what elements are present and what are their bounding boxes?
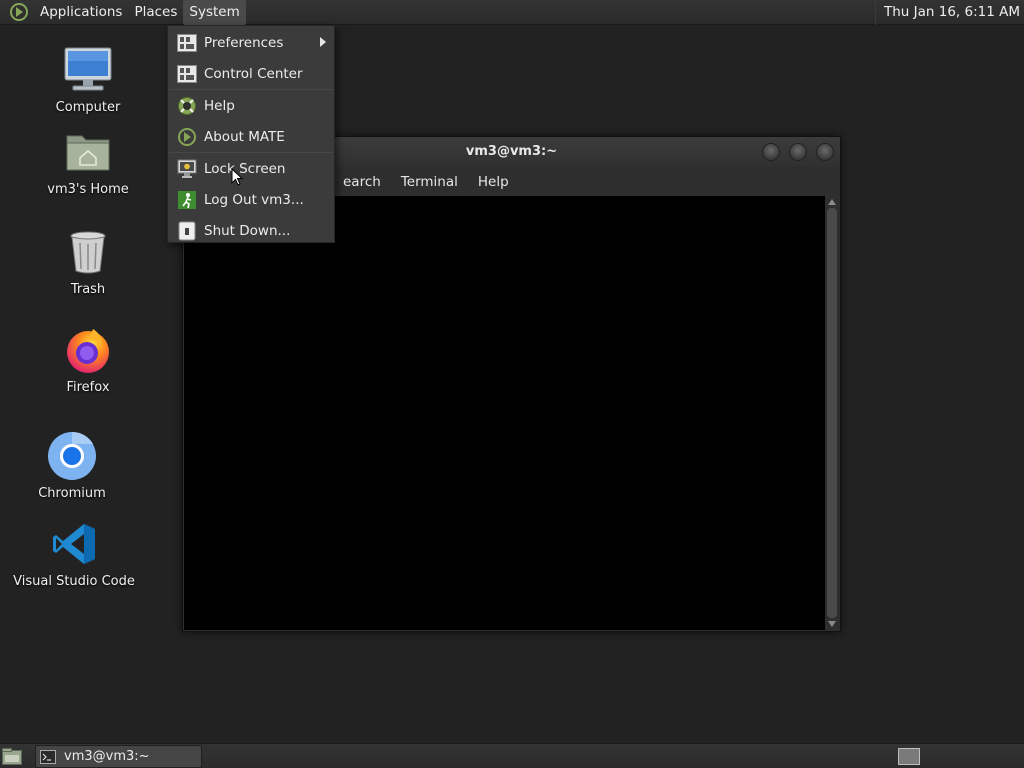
home-folder-icon: [62, 126, 114, 178]
menu-item-help[interactable]: Help: [168, 90, 334, 121]
show-desktop-icon: [2, 748, 22, 765]
bottom-panel: vm3@vm3:~: [0, 743, 1024, 768]
menu-item-label: Log Out vm3...: [204, 191, 304, 208]
applications-menu[interactable]: Applications: [34, 0, 128, 25]
trash-icon: [62, 226, 114, 278]
mouse-cursor-icon: [231, 168, 243, 186]
minimize-button[interactable]: [762, 143, 780, 161]
terminal-scrollbar[interactable]: [825, 196, 839, 630]
scroll-up-arrow-icon[interactable]: [828, 199, 836, 205]
desktop-icon-label: Visual Studio Code: [13, 574, 135, 589]
shutdown-icon: [176, 220, 198, 242]
taskbar-button-terminal[interactable]: vm3@vm3:~: [35, 745, 202, 768]
workspace-switcher[interactable]: [898, 748, 920, 765]
show-desktop-button[interactable]: [2, 748, 22, 765]
menu-search[interactable]: earch: [333, 174, 391, 190]
close-button[interactable]: [816, 143, 834, 161]
desktop-icon-computer[interactable]: Computer: [33, 44, 143, 115]
menu-item-label: Lock Screen: [204, 160, 286, 177]
desktop-icon-trash[interactable]: Trash: [33, 226, 143, 297]
desktop-icon-chromium[interactable]: Chromium: [17, 430, 127, 501]
desktop-icon-label: Trash: [70, 282, 106, 297]
menu-item-label: Help: [204, 97, 235, 114]
menu-item-control-center[interactable]: Control Center: [168, 58, 334, 89]
menu-item-label: Shut Down...: [204, 222, 291, 239]
menu-item-shut-down[interactable]: Shut Down...: [168, 215, 334, 246]
vscode-icon: [48, 518, 100, 570]
mate-logo-icon[interactable]: [8, 1, 30, 23]
menu-item-lock-screen[interactable]: Lock Screen: [168, 153, 334, 184]
lock-screen-icon: [176, 158, 198, 180]
menu-terminal[interactable]: Terminal: [391, 174, 468, 190]
places-menu[interactable]: Places: [128, 0, 183, 25]
firefox-icon: [62, 324, 114, 376]
logout-icon: [176, 189, 198, 211]
scroll-thumb[interactable]: [827, 208, 837, 618]
desktop-icon-firefox[interactable]: Firefox: [33, 324, 143, 395]
scroll-down-arrow-icon[interactable]: [828, 621, 836, 627]
control-center-icon: [176, 63, 198, 85]
terminal-body[interactable]: [184, 196, 825, 630]
desktop-icon-home[interactable]: vm3's Home: [33, 126, 143, 197]
taskbar-button-label: vm3@vm3:~: [64, 749, 150, 764]
top-panel: Applications Places System Thu Jan 16, 6…: [0, 0, 1024, 25]
desktop-icon-label: Chromium: [38, 486, 106, 501]
system-dropdown-menu: Preferences Control Center Help About MA…: [167, 25, 335, 243]
chromium-icon: [46, 430, 98, 482]
menu-item-label: Preferences: [204, 34, 284, 51]
desktop-icon-label: Computer: [55, 100, 121, 115]
menu-item-preferences[interactable]: Preferences: [168, 27, 334, 58]
maximize-button[interactable]: [789, 143, 807, 161]
desktop-icon-label: Firefox: [66, 380, 110, 395]
terminal-icon: [40, 749, 56, 764]
menu-item-about-mate[interactable]: About MATE: [168, 121, 334, 152]
computer-icon: [62, 44, 114, 96]
preferences-icon: [176, 32, 198, 54]
desktop-icon-vscode[interactable]: Visual Studio Code: [13, 518, 135, 589]
menu-item-label: Control Center: [204, 65, 303, 82]
menu-item-log-out[interactable]: Log Out vm3...: [168, 184, 334, 215]
menu-item-label: About MATE: [204, 128, 285, 145]
desktop-icon-label: vm3's Home: [47, 182, 129, 197]
system-menu[interactable]: System: [183, 0, 246, 25]
help-icon: [176, 95, 198, 117]
clock[interactable]: Thu Jan 16, 6:11 AM: [874, 0, 1024, 25]
submenu-arrow-icon: [320, 37, 326, 47]
about-mate-icon: [176, 126, 198, 148]
menu-help[interactable]: Help: [468, 174, 519, 190]
